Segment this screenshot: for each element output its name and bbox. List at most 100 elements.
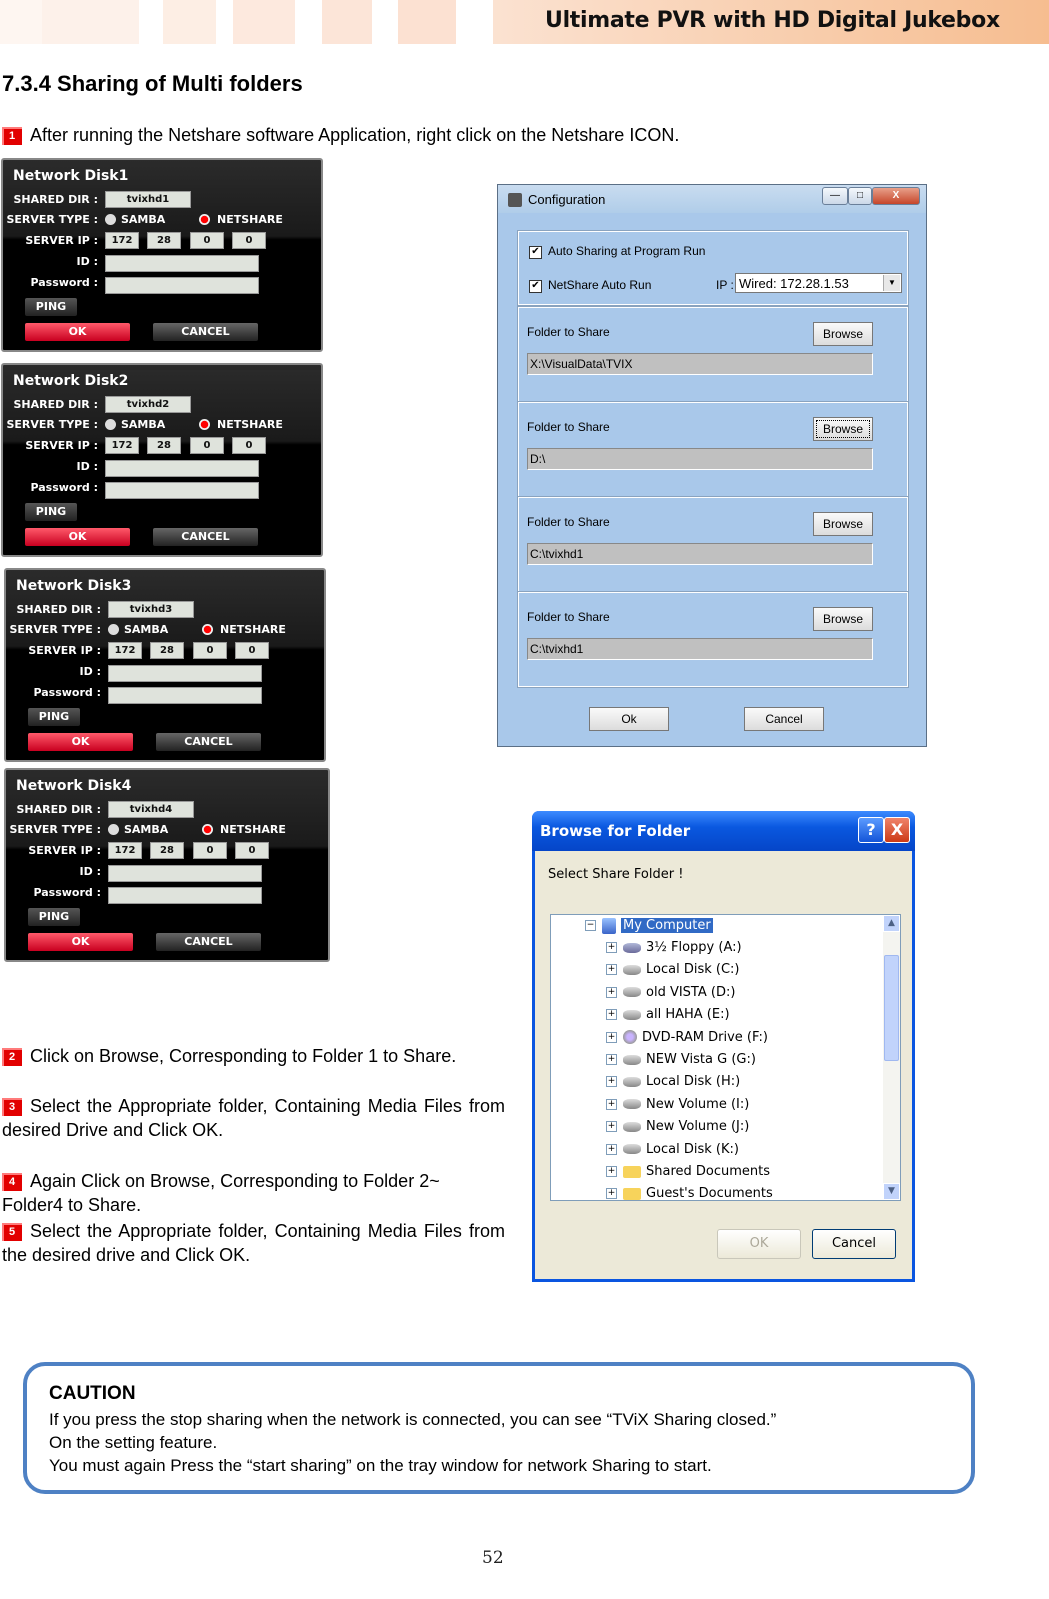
server-ip-octet-1[interactable]: 172 <box>108 842 142 859</box>
expand-icon[interactable]: + <box>606 1009 617 1021</box>
id-field[interactable] <box>105 460 259 477</box>
cancel-button[interactable]: Cancel <box>812 1229 896 1259</box>
expand-icon[interactable]: + <box>606 1143 617 1155</box>
expand-icon[interactable]: + <box>606 964 617 976</box>
scroll-down-icon[interactable]: ▼ <box>883 1183 900 1200</box>
samba-radio[interactable] <box>105 419 116 430</box>
tree-node[interactable]: + Local Disk (H:) <box>606 1072 740 1092</box>
header-decor-block <box>163 0 216 44</box>
ping-button[interactable]: PING <box>25 503 77 521</box>
server-ip-octet-1[interactable]: 172 <box>105 437 139 454</box>
server-ip-octet-4[interactable]: 0 <box>232 232 266 249</box>
netshare-radio[interactable] <box>202 824 213 835</box>
vertical-scrollbar[interactable]: ▲ ▼ <box>883 915 900 1200</box>
ping-button[interactable]: PING <box>25 298 77 316</box>
server-ip-octet-2[interactable]: 28 <box>150 642 184 659</box>
expand-icon[interactable]: + <box>606 942 617 953</box>
scroll-up-icon[interactable]: ▲ <box>883 915 900 932</box>
folder-path-field[interactable]: D:\ <box>527 448 873 470</box>
folder-label: Folder to Share <box>527 515 610 529</box>
tree-node[interactable]: + Local Disk (K:) <box>606 1140 739 1160</box>
server-ip-octet-1[interactable]: 172 <box>108 642 142 659</box>
minimize-button[interactable]: — <box>822 187 848 205</box>
samba-radio[interactable] <box>105 214 116 225</box>
netshare-radio[interactable] <box>199 214 210 225</box>
password-field[interactable] <box>105 482 259 499</box>
ok-button[interactable]: OK <box>28 933 133 951</box>
folder-path-field[interactable]: C:\tvixhd1 <box>527 543 873 565</box>
cancel-button[interactable]: CANCEL <box>156 733 261 751</box>
browse-button[interactable]: Browse <box>813 512 873 536</box>
ping-button[interactable]: PING <box>28 708 80 726</box>
collapse-icon[interactable]: − <box>585 920 596 931</box>
auto-sharing-checkbox[interactable]: ✔ <box>529 246 542 259</box>
tree-node[interactable]: + Shared Documents <box>606 1162 770 1182</box>
close-button[interactable]: X <box>884 817 910 843</box>
tree-node[interactable]: + NEW Vista G (G:) <box>606 1050 756 1070</box>
netshare-autorun-checkbox[interactable]: ✔ <box>529 280 542 293</box>
ok-button[interactable]: OK <box>25 323 130 341</box>
tree-node[interactable]: + Guest's Documents <box>606 1184 773 1200</box>
expand-icon[interactable]: + <box>606 1031 617 1043</box>
tree-node[interactable]: +3½ Floppy (A:) <box>606 938 742 958</box>
folder-path-field[interactable]: C:\tvixhd1 <box>527 638 873 660</box>
tree-node[interactable]: + DVD-RAM Drive (F:) <box>606 1028 768 1048</box>
browse-button[interactable]: Browse <box>813 322 873 346</box>
tree-node[interactable]: + all HAHA (E:) <box>606 1005 730 1025</box>
server-ip-octet-4[interactable]: 0 <box>235 642 269 659</box>
server-ip-octet-3[interactable]: 0 <box>193 642 227 659</box>
netshare-radio[interactable] <box>202 624 213 635</box>
shared-dir-field[interactable]: tvixhd1 <box>105 191 191 208</box>
shared-dir-field[interactable]: tvixhd3 <box>108 601 194 618</box>
ping-button[interactable]: PING <box>28 908 80 926</box>
expand-icon[interactable]: + <box>606 1188 617 1200</box>
password-field[interactable] <box>105 277 259 294</box>
server-ip-octet-3[interactable]: 0 <box>193 842 227 859</box>
samba-radio[interactable] <box>108 624 119 635</box>
cancel-button[interactable]: Cancel <box>744 707 824 731</box>
samba-radio[interactable] <box>108 824 119 835</box>
ok-button[interactable]: OK <box>25 528 130 546</box>
ok-button[interactable]: OK <box>717 1229 801 1259</box>
expand-icon[interactable]: + <box>606 1098 617 1110</box>
tree-node-my-computer[interactable]: − My Computer <box>585 916 713 936</box>
browse-button[interactable]: Browse <box>813 417 873 441</box>
server-ip-octet-2[interactable]: 28 <box>150 842 184 859</box>
ok-button[interactable]: OK <box>28 733 133 751</box>
expand-icon[interactable]: + <box>606 1166 617 1177</box>
shared-dir-field[interactable]: tvixhd4 <box>108 801 194 818</box>
server-ip-octet-1[interactable]: 172 <box>105 232 139 249</box>
id-field[interactable] <box>105 255 259 272</box>
server-ip-octet-4[interactable]: 0 <box>235 842 269 859</box>
cancel-button[interactable]: CANCEL <box>153 528 258 546</box>
scrollbar-thumb[interactable] <box>884 955 899 1061</box>
expand-icon[interactable]: + <box>606 986 617 998</box>
netshare-radio[interactable] <box>199 419 210 430</box>
server-ip-octet-3[interactable]: 0 <box>190 437 224 454</box>
tree-node[interactable]: + New Volume (I:) <box>606 1095 749 1115</box>
help-button[interactable]: ? <box>858 817 884 843</box>
server-ip-octet-3[interactable]: 0 <box>190 232 224 249</box>
server-ip-octet-4[interactable]: 0 <box>232 437 266 454</box>
password-field[interactable] <box>108 687 262 704</box>
server-ip-octet-2[interactable]: 28 <box>147 232 181 249</box>
tree-node[interactable]: + old VISTA (D:) <box>606 983 735 1003</box>
id-field[interactable] <box>108 665 262 682</box>
expand-icon[interactable]: + <box>606 1121 617 1133</box>
id-field[interactable] <box>108 865 262 882</box>
password-field[interactable] <box>108 887 262 904</box>
expand-icon[interactable]: + <box>606 1054 617 1065</box>
browse-button[interactable]: Browse <box>813 607 873 631</box>
cancel-button[interactable]: CANCEL <box>153 323 258 341</box>
cancel-button[interactable]: CANCEL <box>156 933 261 951</box>
tree-node[interactable]: + Local Disk (C:) <box>606 960 739 980</box>
server-ip-octet-2[interactable]: 28 <box>147 437 181 454</box>
shared-dir-field[interactable]: tvixhd2 <box>105 396 191 413</box>
close-button[interactable]: X <box>872 187 920 205</box>
tree-node[interactable]: + New Volume (J:) <box>606 1117 749 1137</box>
ip-select[interactable]: Wired: 172.28.1.53 ▼ <box>735 273 902 293</box>
maximize-button[interactable]: □ <box>848 187 872 205</box>
folder-path-field[interactable]: X:\VisualData\TVIX <box>527 353 873 375</box>
ok-button[interactable]: Ok <box>589 707 669 731</box>
expand-icon[interactable]: + <box>606 1076 617 1088</box>
